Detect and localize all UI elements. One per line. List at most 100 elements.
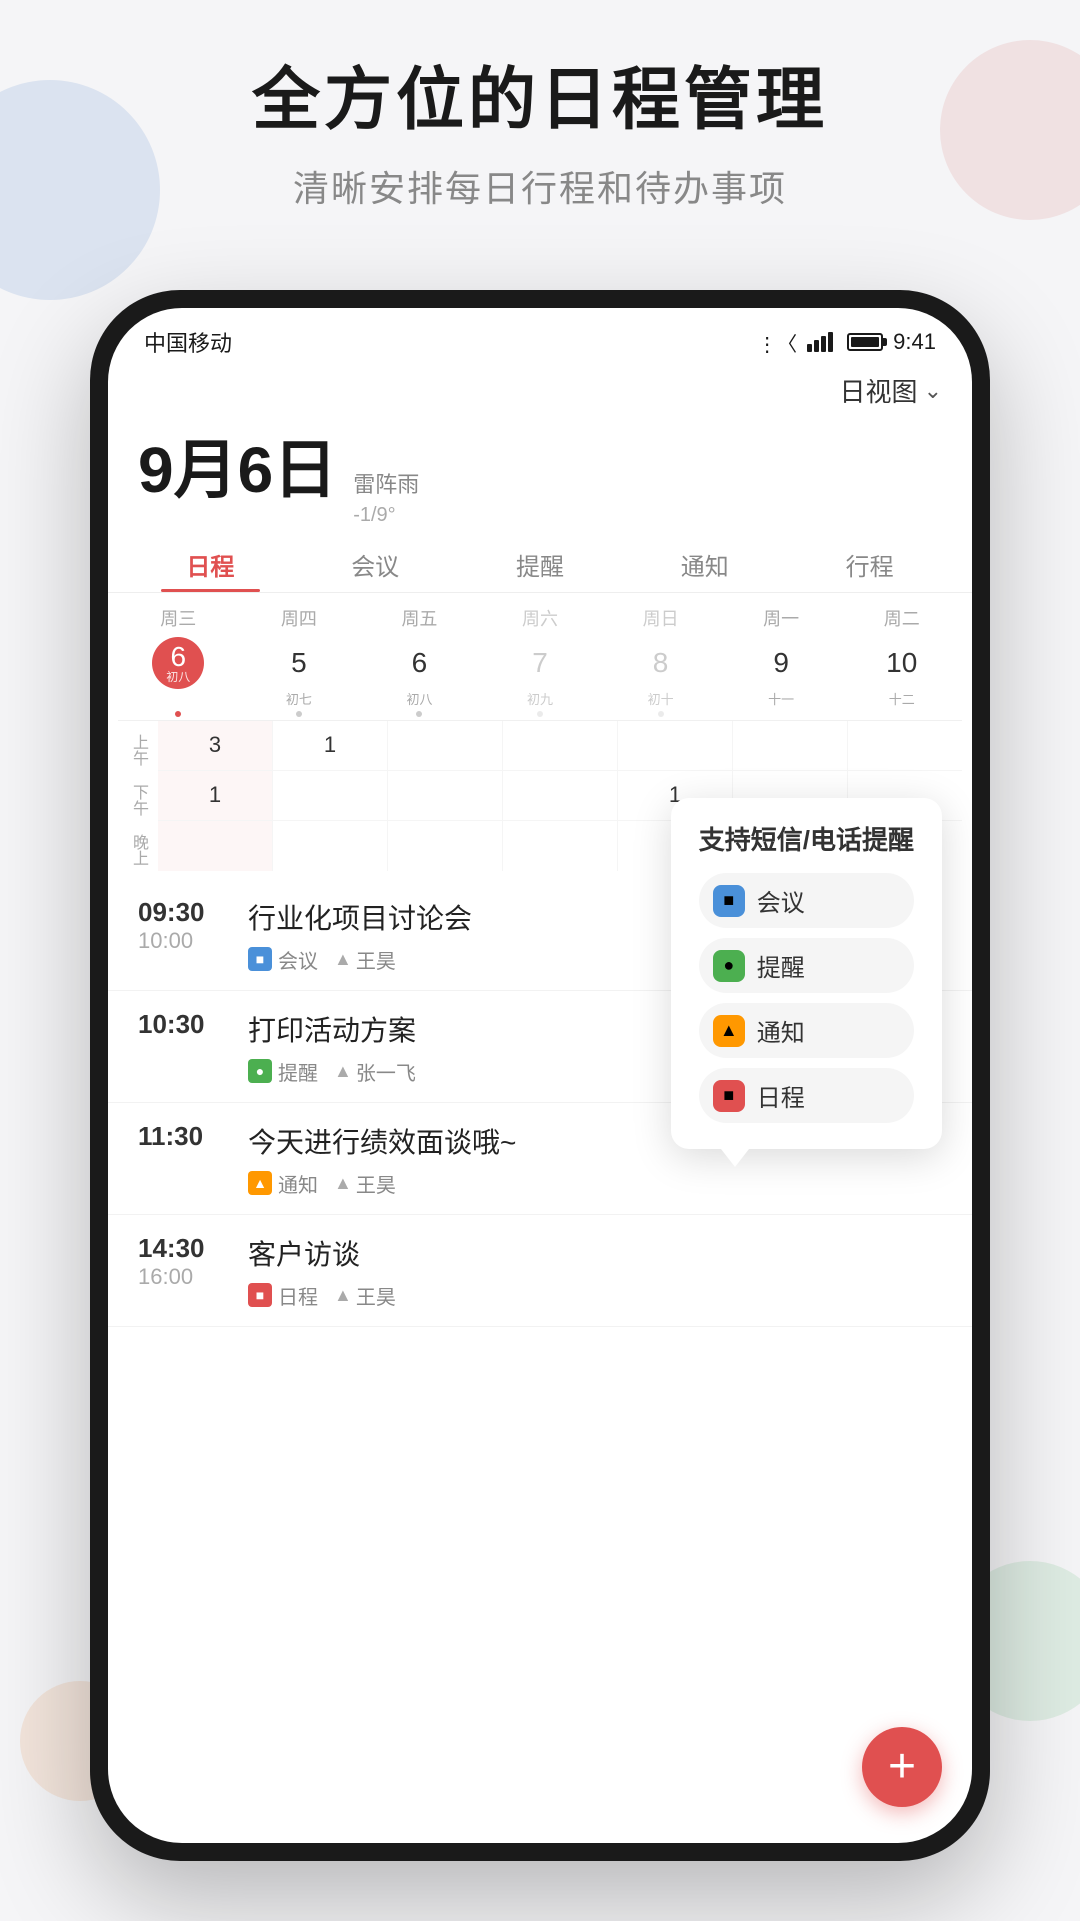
- cal-cell-3-3: [388, 821, 503, 871]
- fab-add-button[interactable]: +: [862, 1727, 942, 1807]
- header-area: 全方位的日程管理 清晰安排每日行程和待办事项: [0, 60, 1080, 212]
- tab-itinerary[interactable]: 行程: [787, 535, 952, 592]
- notice-badge-text-3: 通知: [278, 1169, 318, 1198]
- day-label-mon: 周一: [721, 605, 842, 631]
- week-day-col-tue[interactable]: 周二 10 十二: [841, 605, 962, 708]
- person-icon-2: ▲: [334, 1061, 352, 1082]
- event-item-4[interactable]: 14:30 16:00 客户访谈 ■ 日程 ▲ 王昊: [108, 1215, 972, 1327]
- event-type-remind-2: ● 提醒: [248, 1057, 318, 1086]
- event-person-1: ▲ 王昊: [334, 945, 396, 974]
- cal-cell-1-3: [388, 721, 503, 770]
- cal-row-1: 3 1: [158, 721, 962, 771]
- status-bar: 中国移动 ⋮〈 9:41: [108, 308, 972, 368]
- tab-bar: 日程 会议 提醒 通知 行程: [108, 535, 972, 593]
- event-type-schedule-4: ■ 日程: [248, 1281, 318, 1310]
- event-person-2: ▲ 张一飞: [334, 1057, 416, 1086]
- dot-cell-7: [841, 708, 962, 720]
- event-details-4: 客户访谈 ■ 日程 ▲ 王昊: [248, 1233, 942, 1310]
- event-meta-4: ■ 日程 ▲ 王昊: [248, 1281, 942, 1310]
- carrier-label: 中国移动: [144, 326, 232, 358]
- cal-cell-3-4: [503, 821, 618, 871]
- status-right: ⋮〈 9:41: [757, 328, 936, 357]
- person-name-2: 张一飞: [356, 1057, 416, 1086]
- cal-cell-2-2: [273, 771, 388, 820]
- tab-notification[interactable]: 通知: [622, 535, 787, 592]
- meeting-badge-icon-1: ■: [248, 947, 272, 971]
- wifi-icon: ⋮〈: [757, 328, 797, 357]
- event-title-4: 客户访谈: [248, 1233, 942, 1273]
- dot-cell-5: [600, 708, 721, 720]
- person-name-3: 王昊: [356, 1169, 396, 1198]
- person-icon-3: ▲: [334, 1173, 352, 1194]
- tab-reminder[interactable]: 提醒: [458, 535, 623, 592]
- event-type-notice-3: ▲ 通知: [248, 1169, 318, 1198]
- view-selector[interactable]: 日视图 ⌄: [840, 372, 942, 409]
- popup-icon-schedule: ■: [713, 1080, 745, 1112]
- lunar-fri: 初八: [359, 689, 480, 708]
- popup-item-schedule[interactable]: ■ 日程: [699, 1068, 914, 1123]
- weather-info: 雷阵雨 -1/9°: [353, 470, 419, 529]
- week-day-col-sun[interactable]: 周日 8 初十: [600, 605, 721, 708]
- dot-cell-3: [359, 708, 480, 720]
- lunar-thu: 初七: [239, 689, 360, 708]
- dot-cell-1: [118, 708, 239, 720]
- cal-cell-3-1: [158, 821, 273, 871]
- event-end-1: 10:00: [138, 928, 238, 954]
- chevron-down-icon: ⌄: [924, 378, 942, 404]
- cal-cell-2-3: [388, 771, 503, 820]
- notice-badge-icon-3: ▲: [248, 1171, 272, 1195]
- day-label-tue: 周二: [841, 605, 962, 631]
- person-icon-1: ▲: [334, 949, 352, 970]
- person-name-1: 王昊: [356, 945, 396, 974]
- schedule-badge-text-4: 日程: [278, 1281, 318, 1310]
- day-number-8: 8: [635, 637, 687, 689]
- popup-area: 支持短信/电话提醒 ■ 会议 ● 提醒 ▲ 通知 ■: [671, 798, 942, 1149]
- cal-cell-2-4: [503, 771, 618, 820]
- day-number-5: 5: [273, 637, 325, 689]
- tab-schedule[interactable]: 日程: [128, 535, 293, 592]
- lunar-mon: 十一: [721, 689, 842, 708]
- event-person-3: ▲ 王昊: [334, 1169, 396, 1198]
- event-time-4: 14:30 16:00: [138, 1233, 238, 1290]
- remind-badge-icon-2: ●: [248, 1059, 272, 1083]
- popup-item-remind[interactable]: ● 提醒: [699, 938, 914, 993]
- signal-icon: [807, 332, 833, 352]
- week-day-col-thu[interactable]: 周四 5 初七: [239, 605, 360, 708]
- event-type-meeting-1: ■ 会议: [248, 945, 318, 974]
- time-label-afternoon: 下午: [118, 775, 158, 825]
- date-header: 9月6日 雷阵雨 -1/9°: [108, 409, 972, 535]
- week-day-col-sat[interactable]: 周六 7 初九: [480, 605, 601, 708]
- day-number-10: 10: [876, 637, 928, 689]
- popup-label-notice: 通知: [757, 1013, 805, 1048]
- popup-label-remind: 提醒: [757, 948, 805, 983]
- day-number-7: 7: [514, 637, 566, 689]
- week-day-col-mon[interactable]: 周一 9 十一: [721, 605, 842, 708]
- popup-item-meeting[interactable]: ■ 会议: [699, 873, 914, 928]
- cal-cell-2-1: 1: [158, 771, 273, 820]
- dot-cell-4: [480, 708, 601, 720]
- day-number-6: 6: [393, 637, 445, 689]
- week-day-col-wed[interactable]: 周三 6 初八: [118, 605, 239, 708]
- day-number-6-today: 6 初八: [152, 637, 204, 689]
- day-label-sat: 周六: [480, 605, 601, 631]
- main-title: 全方位的日程管理: [0, 60, 1080, 142]
- date-big: 9月6日: [138, 419, 337, 511]
- cal-row-label: 上午 下午 晚上: [118, 721, 158, 879]
- app-header: 日视图 ⌄: [108, 368, 972, 409]
- tab-meeting[interactable]: 会议: [293, 535, 458, 592]
- cal-cell-1-5: [618, 721, 733, 770]
- popup-title: 支持短信/电话提醒: [699, 820, 914, 857]
- event-start-1: 09:30: [138, 897, 238, 928]
- event-end-4: 16:00: [138, 1264, 238, 1290]
- time-label: 9:41: [893, 329, 936, 355]
- event-meta-3: ▲ 通知 ▲ 王昊: [248, 1169, 942, 1198]
- schedule-badge-icon-4: ■: [248, 1283, 272, 1307]
- person-name-4: 王昊: [356, 1281, 396, 1310]
- popup-item-notice[interactable]: ▲ 通知: [699, 1003, 914, 1058]
- event-time-2: 10:30: [138, 1009, 238, 1040]
- week-day-col-fri[interactable]: 周五 6 初八: [359, 605, 480, 708]
- time-label-evening: 晚上: [118, 825, 158, 875]
- day-number-9: 9: [755, 637, 807, 689]
- cal-cell-1-2: 1: [273, 721, 388, 770]
- cal-cell-1-6: [733, 721, 848, 770]
